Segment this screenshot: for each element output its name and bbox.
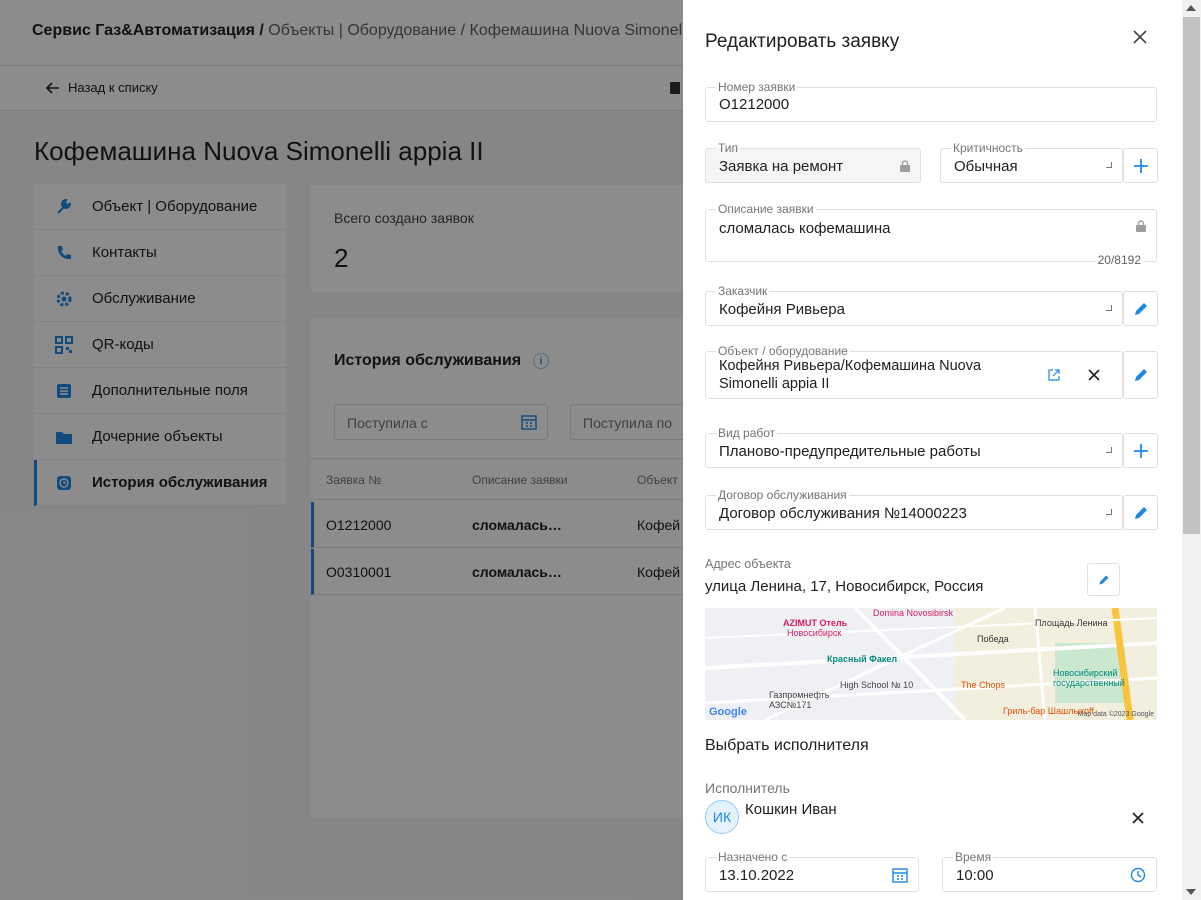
field-label: Тип <box>716 141 741 155</box>
field-label: Вид работ <box>716 426 778 440</box>
field-value: 13.10.2022 <box>719 867 795 884</box>
field-value: сломалась кофемашина <box>719 220 891 237</box>
edit-address-button[interactable] <box>1087 563 1120 596</box>
resize-corner-icon <box>1106 509 1112 515</box>
executor-name: Кошкин Иван <box>745 801 837 818</box>
field-label: Время <box>953 850 994 864</box>
lock-icon <box>900 160 910 172</box>
avatar: ИК <box>705 800 739 834</box>
field-label: Номер заявки <box>716 80 798 94</box>
add-criticality-button[interactable] <box>1123 148 1158 183</box>
scroll-down-icon[interactable] <box>1186 889 1196 895</box>
map-label: AZIMUT Отель <box>783 618 848 628</box>
drawer-title: Редактировать заявку <box>705 31 900 52</box>
external-link-icon[interactable] <box>1048 369 1060 381</box>
lock-icon <box>1136 220 1146 232</box>
field-label: Объект / оборудование <box>716 344 850 358</box>
field-value-line-2: Simonelli appia II <box>719 376 830 392</box>
address-value: улица Ленина, 17, Новосибирск, Россия <box>705 578 984 595</box>
field-value: Договор обслуживания №14000223 <box>719 505 967 522</box>
calendar-icon[interactable] <box>892 867 908 883</box>
description-field[interactable]: Описание заявки сломалась кофемашина 20/… <box>705 202 1157 267</box>
field-label: Назначено с <box>716 850 790 864</box>
pencil-icon <box>1099 575 1108 584</box>
map-label: АЗС№171 <box>769 700 812 710</box>
plus-icon <box>1133 158 1148 173</box>
field-value: Заявка на ремонт <box>719 158 844 175</box>
map-label: Domina Novosibirsk <box>873 608 954 618</box>
time-input[interactable]: Время 10:00 <box>942 850 1157 892</box>
map-label: Новосибирск <box>787 628 842 638</box>
field-label: Описание заявки <box>716 202 816 216</box>
executor-label: Исполнитель <box>705 780 790 796</box>
object-select[interactable]: Объект / оборудование Кофейня Ривьера/Ко… <box>705 344 1123 399</box>
pencil-icon <box>1134 506 1147 519</box>
field-label: Заказчик <box>716 284 770 298</box>
field-value-line-1: Кофейня Ривьера/Кофемашина Nuova <box>719 358 982 374</box>
clear-icon[interactable] <box>1088 369 1100 381</box>
edit-contract-button[interactable] <box>1123 495 1158 530</box>
map-label: Красный Факел <box>827 654 898 664</box>
map-label: High School № 10 <box>840 680 914 690</box>
contract-select[interactable]: Договор обслуживания Договор обслуживани… <box>705 488 1123 530</box>
clock-icon[interactable] <box>1130 867 1146 883</box>
char-counter: 20/8192 <box>1095 253 1143 267</box>
edit-request-drawer: Редактировать заявку Номер заявки O12120… <box>683 0 1182 900</box>
edit-customer-button[interactable] <box>1123 291 1158 326</box>
map-label: Новосибирский <box>1053 668 1118 678</box>
criticality-select[interactable]: Критичность Обычная <box>940 141 1123 183</box>
remove-executor-icon[interactable] <box>1132 811 1144 829</box>
scrollbar-thumb[interactable] <box>1183 17 1200 534</box>
plus-icon <box>1133 443 1148 458</box>
map-attribution: Map data ©2023 Google <box>1077 711 1154 718</box>
google-logo: Google <box>709 706 747 718</box>
field-label: Критичность <box>951 141 1025 155</box>
assigned-date-input[interactable]: Назначено с 13.10.2022 <box>705 850 919 892</box>
resize-corner-icon <box>1106 162 1112 168</box>
field-label: Договор обслуживания <box>716 488 849 502</box>
work-type-select[interactable]: Вид работ Планово-предупредительные рабо… <box>705 426 1123 468</box>
map-label: The Chops <box>961 680 1006 690</box>
resize-corner-icon <box>1106 447 1112 453</box>
address-label: Адрес объекта <box>705 557 791 571</box>
pencil-icon <box>1134 369 1147 381</box>
field-value: Кофейня Ривьера <box>719 301 845 318</box>
field-value: 10:00 <box>956 867 994 884</box>
type-field: Тип Заявка на ремонт <box>705 141 921 183</box>
executor-section-title: Выбрать исполнителя <box>705 737 869 754</box>
add-work-type-button[interactable] <box>1123 433 1158 468</box>
customer-select[interactable]: Заказчик Кофейня Ривьера <box>705 284 1123 326</box>
field-value: Обычная <box>954 158 1018 175</box>
map-label: Газпромнефть <box>769 690 830 700</box>
google-logo-text: Google <box>709 706 747 718</box>
close-icon[interactable] <box>1130 27 1150 47</box>
map-label: Победа <box>977 634 1009 644</box>
field-value: Планово-предупредительные работы <box>719 443 981 460</box>
address-map[interactable]: Domina Novosibirsk AZIMUT Отель Новосиби… <box>705 608 1157 720</box>
field-value: O1212000 <box>719 96 790 113</box>
request-number-field[interactable]: Номер заявки O1212000 <box>705 80 1157 122</box>
resize-corner-icon <box>1106 305 1112 311</box>
scroll-up-icon[interactable] <box>1186 5 1196 11</box>
map-label: государственный <box>1053 678 1125 688</box>
pencil-icon <box>1134 302 1147 315</box>
map-label: Площадь Ленина <box>1035 618 1108 628</box>
edit-object-button[interactable] <box>1123 351 1158 399</box>
